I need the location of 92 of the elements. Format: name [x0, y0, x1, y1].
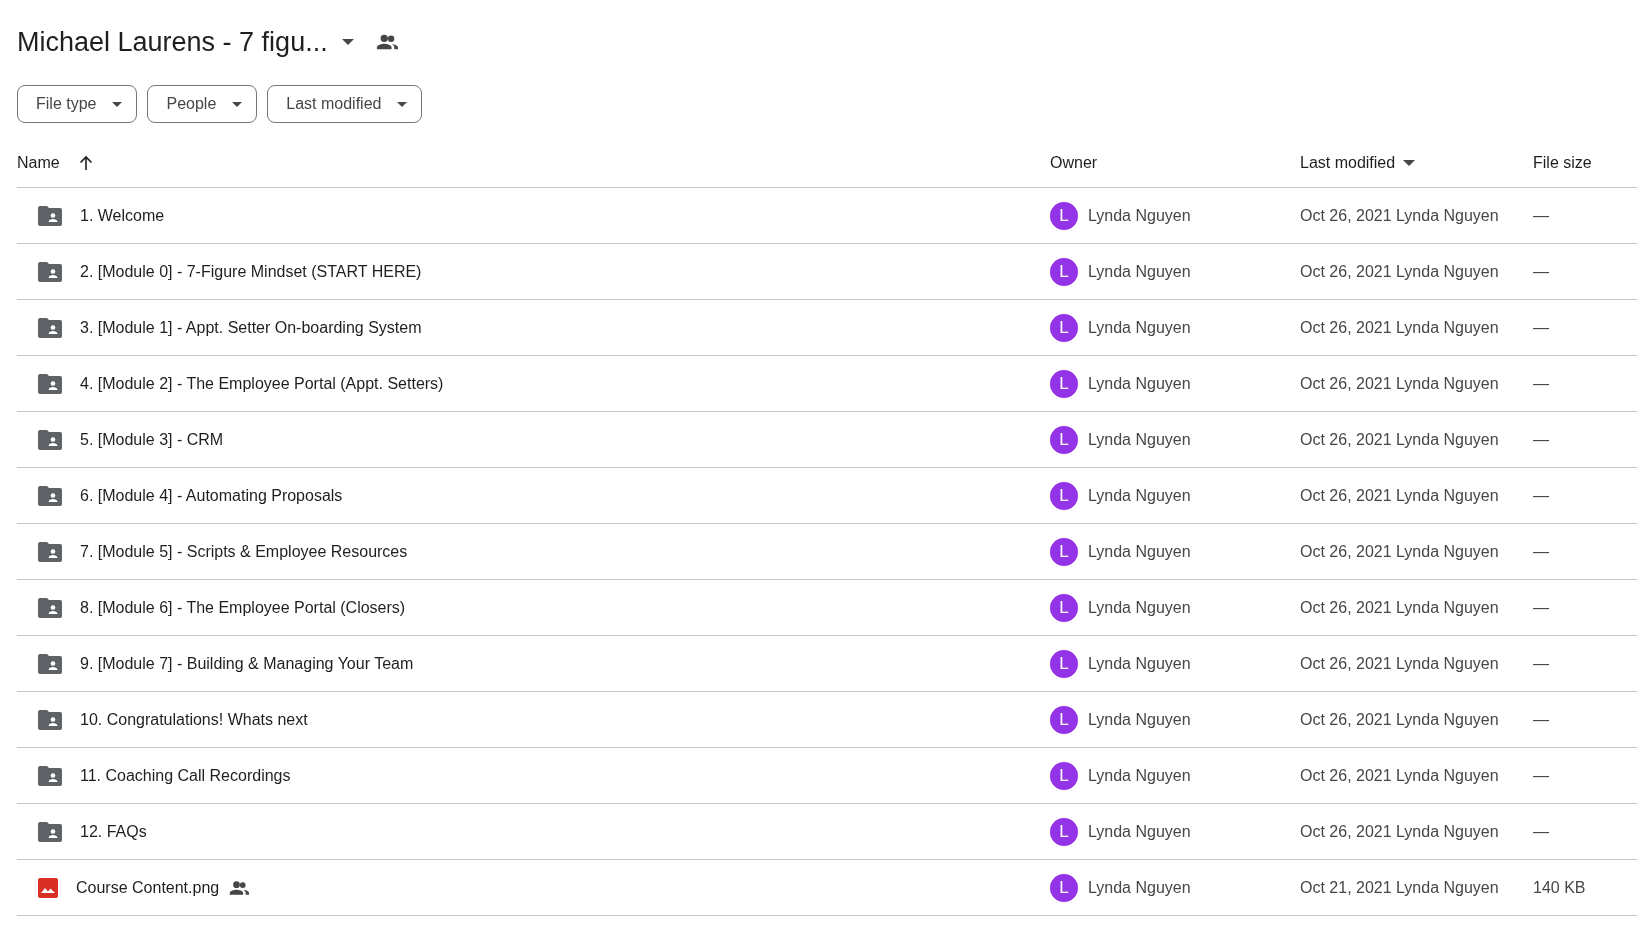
shared-folder-icon: [38, 541, 62, 562]
shared-folder-icon: [38, 485, 62, 506]
column-header[interactable]: Last modified: [1300, 154, 1396, 172]
modified-text: Oct 26, 2021 Lynda Nguyen: [1300, 822, 1500, 841]
file-size: —: [1533, 710, 1550, 729]
file-size: 140 KB: [1533, 878, 1587, 897]
owner-avatar: L: [1050, 705, 1078, 734]
filter-chip[interactable]: Last modified: [267, 85, 423, 123]
file-name[interactable]: 1. Welcome: [80, 206, 165, 225]
owner-avatar: L: [1050, 817, 1078, 846]
owner-name: Lynda Nguyen: [1088, 710, 1191, 729]
modified-text: Oct 26, 2021 Lynda Nguyen: [1300, 710, 1500, 729]
owner-name: Lynda Nguyen: [1088, 262, 1191, 281]
file-name[interactable]: 12. FAQs: [80, 822, 147, 841]
caret-icon: [341, 39, 354, 45]
owner-name: Lynda Nguyen: [1088, 654, 1191, 673]
modified-text: Oct 26, 2021 Lynda Nguyen: [1300, 486, 1500, 505]
file-size: —: [1533, 822, 1550, 841]
owner-avatar: L: [1050, 481, 1078, 510]
caret-icon: [112, 101, 123, 107]
file-name[interactable]: 11. Coaching Call Recordings: [80, 766, 291, 785]
owner-name: Lynda Nguyen: [1088, 542, 1191, 561]
owner-name: Lynda Nguyen: [1088, 374, 1191, 393]
shared-folder-icon: [38, 205, 62, 226]
shared-folder-icon: [38, 709, 62, 730]
shared-folder-icon: [38, 373, 62, 394]
file-size: —: [1533, 598, 1550, 617]
shared-folder-icon: [38, 821, 62, 842]
modified-text: Oct 26, 2021 Lynda Nguyen: [1300, 262, 1500, 281]
file-size: —: [1533, 318, 1550, 337]
modified-text: Oct 21, 2021 Lynda Nguyen: [1300, 878, 1500, 897]
file-name[interactable]: 7. [Module 5] - Scripts & Employee Resources: [80, 542, 408, 561]
shared-folder-icon: [38, 597, 62, 618]
modified-text: Oct 26, 2021 Lynda Nguyen: [1300, 374, 1500, 393]
owner-avatar: L: [1050, 593, 1078, 622]
owner-name: Lynda Nguyen: [1088, 430, 1191, 449]
owner-name: Lynda Nguyen: [1088, 206, 1191, 225]
owner-avatar: L: [1050, 537, 1078, 566]
owner-avatar: L: [1050, 201, 1078, 230]
caret-icon: [232, 101, 243, 107]
caret-icon: [1403, 160, 1416, 166]
file-name[interactable]: 6. [Module 4] - Automating Proposals: [80, 486, 343, 505]
shared-folder-icon: [38, 317, 62, 338]
owner-name: Lynda Nguyen: [1088, 878, 1191, 897]
owner-name: Lynda Nguyen: [1088, 822, 1191, 841]
file-size: —: [1533, 542, 1550, 561]
owner-name: Lynda Nguyen: [1088, 766, 1191, 785]
modified-text: Oct 26, 2021 Lynda Nguyen: [1300, 542, 1500, 561]
owner-avatar: L: [1050, 313, 1078, 342]
image-file-icon: [38, 877, 58, 898]
owner-avatar: L: [1050, 649, 1078, 678]
file-name[interactable]: 9. [Module 7] - Building & Managing Your Team: [80, 654, 414, 673]
shared-folder-icon: [38, 429, 62, 450]
caret-icon: [397, 101, 408, 107]
column-header[interactable]: File size: [1533, 154, 1592, 172]
owner-avatar: L: [1050, 761, 1078, 790]
file-name[interactable]: 8. [Module 6] - The Employee Portal (Closers): [80, 598, 406, 617]
file-size: —: [1533, 486, 1550, 505]
file-name[interactable]: 10. Congratulations! Whats next: [80, 710, 308, 729]
modified-text: Oct 26, 2021 Lynda Nguyen: [1300, 766, 1500, 785]
owner-avatar: L: [1050, 873, 1078, 902]
column-header[interactable]: Owner: [1050, 154, 1098, 172]
shared-folder-icon: [38, 653, 62, 674]
file-size: —: [1533, 766, 1550, 785]
owner-avatar: L: [1050, 425, 1078, 454]
file-name[interactable]: 3. [Module 1] - Appt. Setter On-boarding System: [80, 318, 422, 337]
column-header[interactable]: Name: [17, 154, 60, 172]
owner-name: Lynda Nguyen: [1088, 318, 1191, 337]
shared-folder-icon: [38, 765, 62, 786]
up-arrow-icon[interactable]: [77, 155, 94, 171]
modified-text: Oct 26, 2021 Lynda Nguyen: [1300, 206, 1500, 225]
file-size: —: [1533, 654, 1550, 673]
owner-name: Lynda Nguyen: [1088, 598, 1191, 617]
file-size: —: [1533, 374, 1550, 393]
file-name[interactable]: Course Content.png: [76, 878, 220, 897]
filter-chip[interactable]: File type: [17, 85, 138, 123]
folder-title: Michael Laurens - 7 figu...: [17, 26, 328, 58]
shared-folder-icon: [38, 261, 62, 282]
modified-text: Oct 26, 2021 Lynda Nguyen: [1300, 598, 1500, 617]
modified-text: Oct 26, 2021 Lynda Nguyen: [1300, 430, 1500, 449]
modified-text: Oct 26, 2021 Lynda Nguyen: [1300, 318, 1500, 337]
file-name[interactable]: 5. [Module 3] - CRM: [80, 430, 224, 449]
filter-chip[interactable]: People: [147, 85, 258, 123]
file-size: —: [1533, 262, 1550, 281]
file-name[interactable]: 2. [Module 0] - 7-Figure Mindset (START HERE): [80, 262, 422, 281]
owner-name: Lynda Nguyen: [1088, 486, 1191, 505]
file-name[interactable]: 4. [Module 2] - The Employee Portal (Appt. Setters): [80, 374, 444, 393]
file-size: —: [1533, 430, 1550, 449]
owner-avatar: L: [1050, 369, 1078, 398]
modified-text: Oct 26, 2021 Lynda Nguyen: [1300, 654, 1500, 673]
owner-avatar: L: [1050, 257, 1078, 286]
file-size: —: [1533, 206, 1550, 225]
